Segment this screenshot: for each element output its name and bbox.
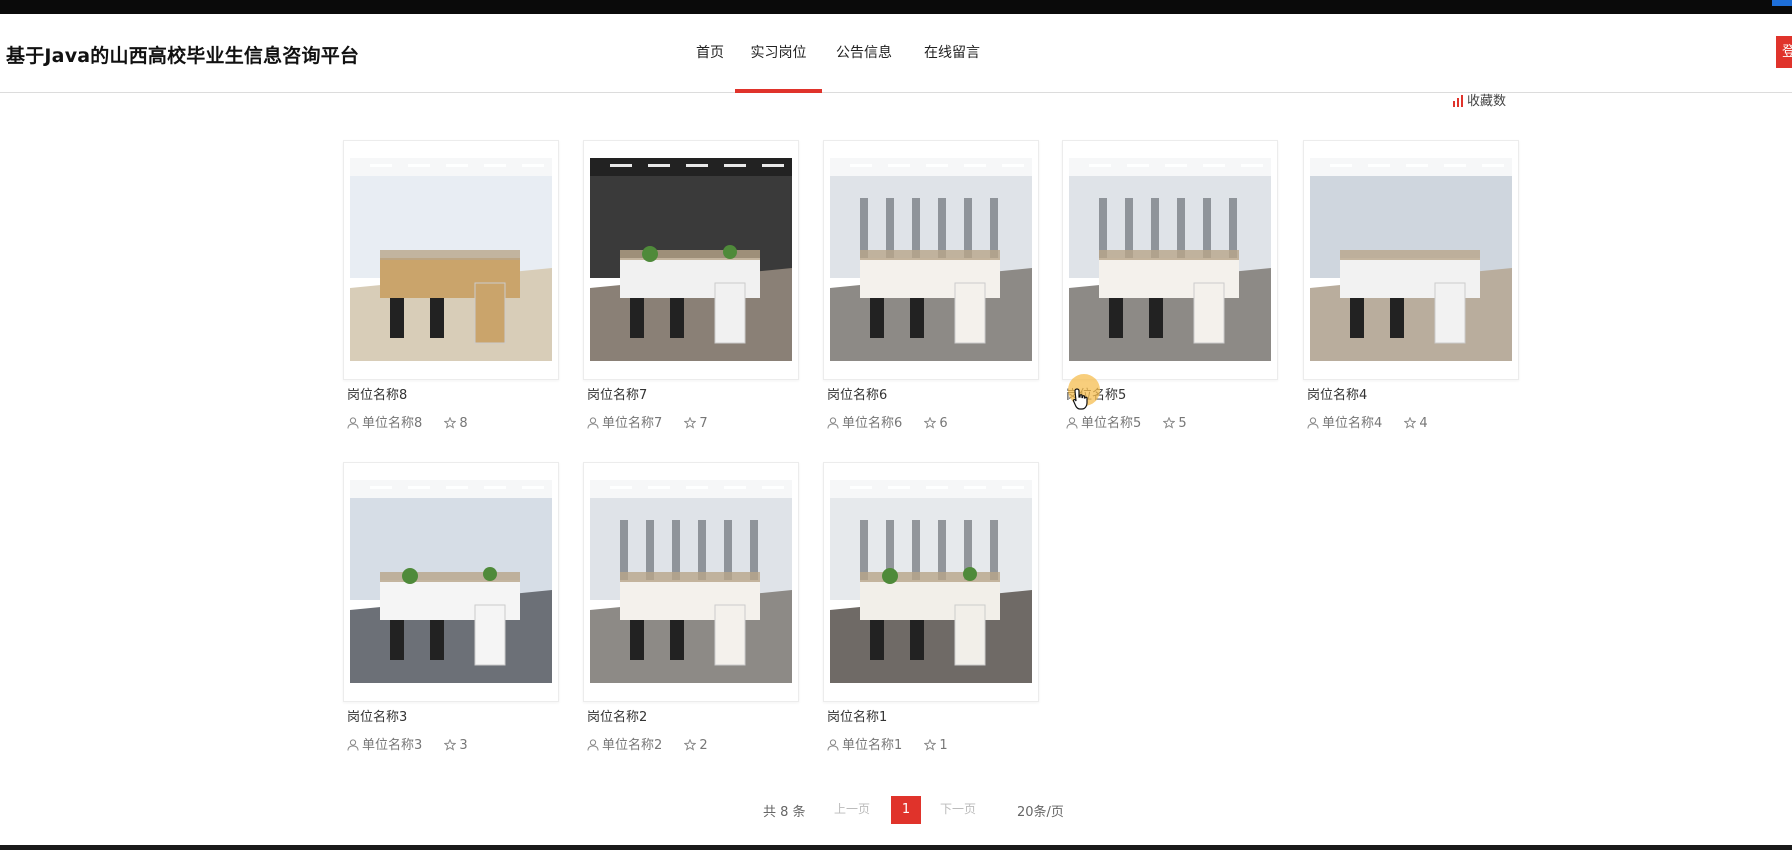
- user-icon: [347, 417, 359, 429]
- company-name: 单位名称6: [842, 416, 903, 431]
- job-meta: 单位名称4 4: [1307, 412, 1428, 431]
- job-title[interactable]: 岗位名称2: [587, 706, 647, 725]
- company-name: 单位名称1: [842, 738, 903, 753]
- user-icon: [587, 417, 599, 429]
- job-photo[interactable]: [590, 480, 792, 683]
- favorite-count: 8: [459, 416, 468, 431]
- company-name: 单位名称7: [602, 416, 663, 431]
- job-card-frame: [583, 140, 799, 380]
- pagination: 共 8 条 上一页 1 下一页 20条/页: [0, 796, 1792, 824]
- job-meta: 单位名称7 7: [587, 412, 708, 431]
- favorite-count: 3: [459, 738, 468, 753]
- job-card[interactable]: 岗位名称8 单位名称8 8: [343, 140, 559, 435]
- favorite-count: 1: [939, 738, 948, 753]
- job-meta: 单位名称5 5: [1066, 412, 1187, 431]
- favorite-count: 5: [1178, 416, 1187, 431]
- star-icon: [444, 417, 457, 429]
- star-icon: [684, 417, 697, 429]
- star-icon: [924, 739, 937, 751]
- sort-by-favorites[interactable]: 收藏数: [1452, 90, 1506, 109]
- user-icon: [827, 417, 839, 429]
- job-title[interactable]: 岗位名称3: [347, 706, 407, 725]
- job-card[interactable]: 岗位名称7 单位名称7 7: [583, 140, 799, 435]
- pagination-total: 共 8 条: [763, 805, 806, 820]
- star-icon: [1163, 417, 1176, 429]
- star-icon: [1404, 417, 1417, 429]
- job-card[interactable]: 岗位名称6 单位名称6 6: [823, 140, 1039, 435]
- favorite-count: 7: [699, 416, 708, 431]
- nav-messages[interactable]: 在线留言: [922, 14, 982, 92]
- user-icon: [1066, 417, 1078, 429]
- site-title: 基于Java的山西高校毕业生信息咨询平台: [6, 45, 360, 67]
- job-title[interactable]: 岗位名称8: [347, 384, 407, 403]
- job-card-frame: [1062, 140, 1278, 380]
- favorite-count: 6: [939, 416, 948, 431]
- window-corner-indicator: [1772, 0, 1792, 6]
- user-icon: [347, 739, 359, 751]
- next-page-button[interactable]: 下一页: [940, 800, 976, 817]
- job-meta: 单位名称2 2: [587, 734, 708, 753]
- page-number-current[interactable]: 1: [891, 796, 921, 824]
- job-card-frame: [823, 462, 1039, 702]
- star-icon: [444, 739, 457, 751]
- job-photo[interactable]: [590, 158, 792, 361]
- job-meta: 单位名称3 3: [347, 734, 468, 753]
- user-icon: [827, 739, 839, 751]
- job-card[interactable]: 岗位名称3 单位名称3 3: [343, 462, 559, 757]
- favorite-count: 2: [699, 738, 708, 753]
- nav-home[interactable]: 首页: [690, 14, 730, 92]
- user-icon: [587, 739, 599, 751]
- sort-label: 收藏数: [1467, 94, 1507, 109]
- job-meta: 单位名称6 6: [827, 412, 948, 431]
- company-name: 单位名称2: [602, 738, 663, 753]
- job-meta: 单位名称1 1: [827, 734, 948, 753]
- job-card-frame: [343, 140, 559, 380]
- job-title[interactable]: 岗位名称1: [827, 706, 887, 725]
- window-top-bar: [0, 0, 1792, 14]
- nav-internships[interactable]: 实习岗位: [735, 14, 822, 93]
- page-size-select[interactable]: 20条/页: [1017, 801, 1064, 820]
- job-card[interactable]: 岗位名称4 单位名称4 4: [1303, 140, 1519, 435]
- job-title[interactable]: 岗位名称6: [827, 384, 887, 403]
- user-icon: [1307, 417, 1319, 429]
- job-photo[interactable]: [1310, 158, 1512, 361]
- window-bottom-bar: [0, 845, 1792, 850]
- site-header: 基于Java的山西高校毕业生信息咨询平台 首页 实习岗位 公告信息 在线留言 登: [0, 14, 1792, 93]
- job-photo[interactable]: [830, 158, 1032, 361]
- company-name: 单位名称3: [362, 738, 423, 753]
- job-card-frame: [343, 462, 559, 702]
- job-meta: 单位名称8 8: [347, 412, 468, 431]
- job-card-frame: [823, 140, 1039, 380]
- job-photo[interactable]: [1069, 158, 1271, 361]
- hand-cursor-icon: [1072, 388, 1088, 410]
- job-card[interactable]: 岗位名称2 单位名称2 2: [583, 462, 799, 757]
- job-title[interactable]: 岗位名称4: [1307, 384, 1367, 403]
- company-name: 单位名称5: [1081, 416, 1142, 431]
- company-name: 单位名称8: [362, 416, 423, 431]
- login-button[interactable]: 登: [1776, 36, 1792, 68]
- job-photo[interactable]: [350, 480, 552, 683]
- job-card[interactable]: 岗位名称1 单位名称1 1: [823, 462, 1039, 757]
- star-icon: [924, 417, 937, 429]
- job-card-frame: [583, 462, 799, 702]
- favorite-count: 4: [1419, 416, 1428, 431]
- star-icon: [684, 739, 697, 751]
- job-photo[interactable]: [830, 480, 1032, 683]
- job-card-frame: [1303, 140, 1519, 380]
- company-name: 单位名称4: [1322, 416, 1383, 431]
- prev-page-button[interactable]: 上一页: [834, 800, 870, 817]
- job-photo[interactable]: [350, 158, 552, 361]
- bar-chart-icon: [1453, 95, 1463, 107]
- nav-announcements[interactable]: 公告信息: [834, 14, 894, 92]
- job-title[interactable]: 岗位名称7: [587, 384, 647, 403]
